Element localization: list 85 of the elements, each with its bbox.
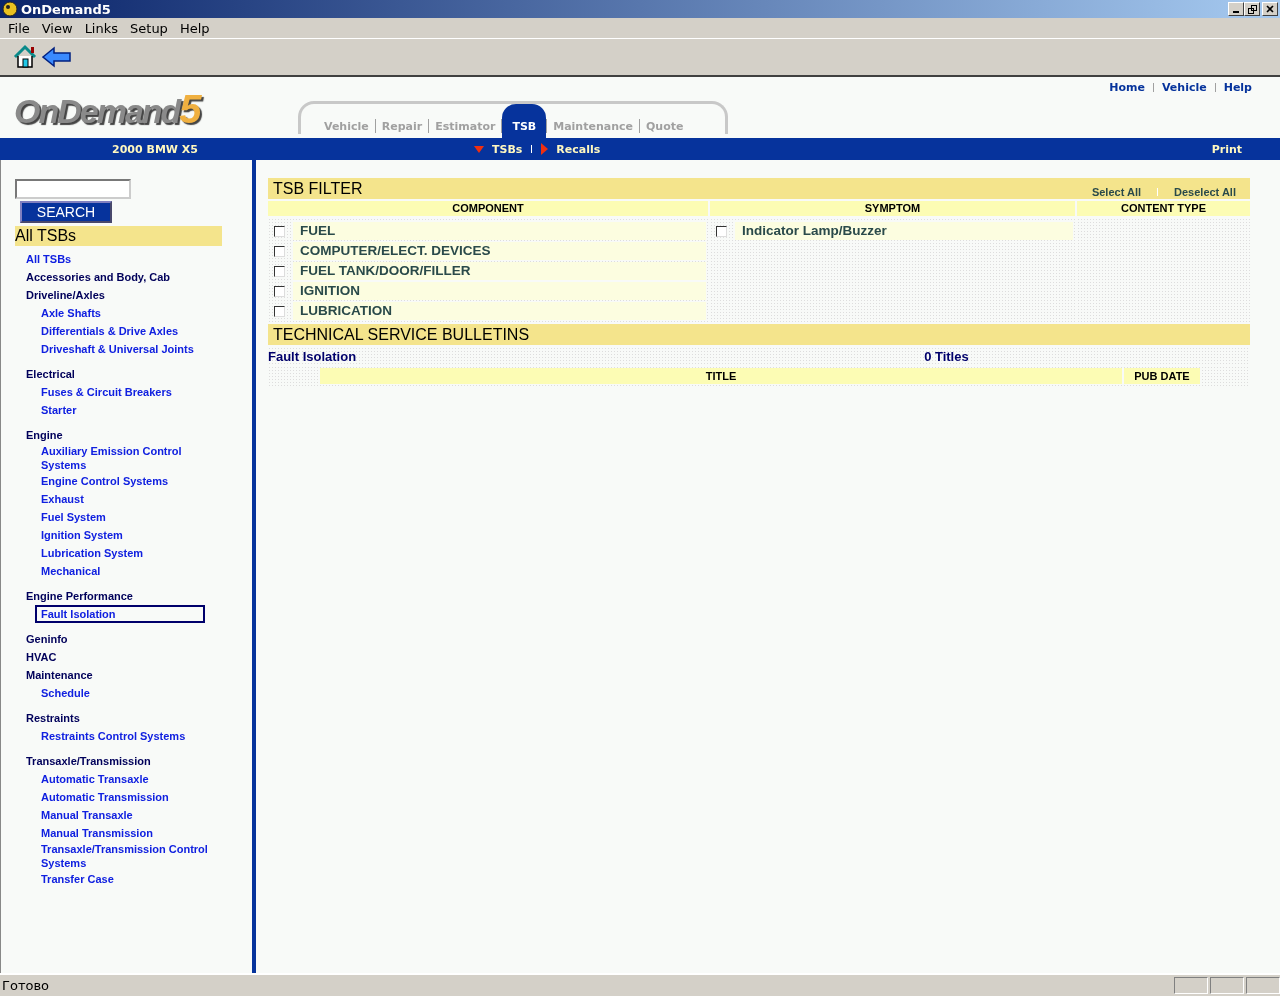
section-title: TECHNICAL SERVICE BULLETINS — [273, 325, 530, 344]
subnav-link[interactable]: Recalls — [556, 142, 601, 156]
close-button[interactable] — [1262, 2, 1278, 16]
sidebar-subitem[interactable]: Fuel System — [35, 510, 106, 524]
sidebar-item[interactable]: Driveline/Axles — [26, 288, 105, 302]
sidebar-subitem[interactable]: Auxiliary Emission Control Systems — [35, 444, 211, 472]
sidebar-subitem[interactable]: Fuses & Circuit Breakers — [35, 385, 172, 399]
sidebar-subitem[interactable]: Starter — [35, 403, 77, 417]
filter-option[interactable]: FUEL TANK/DOOR/FILLER — [293, 262, 706, 280]
filter-action-link[interactable]: Deselect All — [1174, 185, 1236, 198]
sidebar-item[interactable]: Accessories and Body, Cab — [26, 270, 171, 284]
checkbox[interactable] — [274, 246, 285, 257]
filter-option[interactable]: FUEL — [293, 222, 706, 240]
sidebar-subitem[interactable]: Fault Isolation — [35, 605, 205, 623]
restore-button[interactable] — [1244, 2, 1260, 16]
menu-item[interactable]: Links — [78, 20, 125, 36]
sidebar-subitem[interactable]: Axle Shafts — [35, 306, 101, 320]
sidebar-subitem[interactable]: Automatic Transmission — [35, 790, 169, 804]
column-header: TITLE — [320, 368, 1122, 384]
sidebar-item[interactable]: All TSBs — [26, 252, 72, 266]
section-title: TSB FILTER — [273, 179, 363, 198]
subnav-link[interactable]: TSBs — [492, 142, 523, 156]
app-icon — [2, 1, 18, 17]
sidebar-item[interactable]: HVAC — [26, 650, 57, 664]
tab[interactable]: TSB — [502, 104, 547, 138]
filter-action-link[interactable]: Select All — [1091, 185, 1142, 198]
sidebar-item[interactable]: Electrical — [26, 367, 75, 381]
checkbox[interactable] — [274, 266, 285, 277]
nav-link[interactable]: Vehicle — [1161, 81, 1207, 94]
minimize-button[interactable] — [1228, 2, 1244, 16]
column-header: CONTENT TYPE — [1077, 201, 1250, 216]
sidebar-subitem[interactable]: Manual Transaxle — [35, 808, 133, 822]
sidebar-item[interactable]: Geninfo — [26, 632, 68, 646]
column-header: PUB DATE — [1124, 368, 1200, 384]
close-icon — [1266, 5, 1274, 13]
status-text: Готово — [1, 978, 51, 993]
status-panel — [1246, 977, 1280, 994]
sidebar-subitem[interactable]: Manual Transmission — [35, 826, 153, 840]
restore-icon — [1247, 4, 1257, 14]
sidebar-item[interactable]: Engine Performance — [26, 589, 133, 603]
column-header: COMPONENT — [268, 201, 708, 216]
checkbox[interactable] — [274, 306, 285, 317]
sidebar-subitem[interactable]: Transaxle/Transmission Control Systems — [35, 842, 211, 870]
sidebar-subitem[interactable]: Schedule — [35, 686, 90, 700]
sidebar-subitem[interactable]: Restraints Control Systems — [35, 729, 186, 743]
search-field[interactable] — [15, 179, 131, 199]
sidebar-subitem[interactable]: Lubrication System — [35, 546, 144, 560]
filter-option[interactable]: COMPUTER/ELECT. DEVICES — [293, 242, 706, 260]
checkbox[interactable] — [274, 286, 285, 297]
sidebar-subitem[interactable]: Mechanical — [35, 564, 101, 578]
sidebar-item[interactable]: Maintenance — [26, 668, 93, 682]
back-arrow-icon[interactable] — [42, 46, 72, 68]
window-title: OnDemand5 — [21, 1, 111, 17]
sidebar-item[interactable]: Restraints — [26, 711, 80, 725]
sidebar-subitem[interactable]: Transfer Case — [35, 872, 114, 886]
home-icon[interactable] — [12, 44, 38, 70]
sidebar-item[interactable]: Transaxle/Transmission — [26, 754, 151, 768]
sidebar-subitem[interactable]: Engine Control Systems — [35, 474, 169, 488]
status-panel — [1174, 977, 1208, 994]
menu-item[interactable]: View — [35, 20, 79, 36]
title-count: 0 Titles — [924, 349, 969, 364]
menu-item[interactable]: Setup — [124, 20, 174, 36]
sidebar-subitem[interactable]: Driveshaft & Universal Joints — [35, 342, 194, 356]
sidebar-subitem[interactable]: Exhaust — [35, 492, 84, 506]
sidebar-item[interactable]: Engine — [26, 428, 63, 442]
filter-option[interactable]: LUBRICATION — [293, 302, 706, 320]
menu-item[interactable]: File — [2, 20, 36, 36]
menu-item[interactable]: Help — [173, 20, 216, 36]
logo: OnDemand5 — [14, 87, 200, 132]
sidebar-subitem[interactable]: Differentials & Drive Axles — [35, 324, 179, 338]
category-label: Fault Isolation — [268, 349, 357, 364]
nav-link[interactable]: Help — [1223, 81, 1252, 94]
checkbox[interactable] — [274, 226, 285, 237]
sidebar-title: All TSBs — [15, 226, 222, 246]
checkbox[interactable] — [716, 226, 727, 237]
column-header: SYMPTOM — [710, 201, 1075, 216]
sidebar-subitem[interactable]: Automatic Transaxle — [35, 772, 149, 786]
status-panel — [1210, 977, 1244, 994]
search-button[interactable]: SEARCH — [20, 201, 112, 223]
filter-option[interactable]: IGNITION — [293, 282, 706, 300]
filter-option[interactable]: Indicator Lamp/Buzzer — [735, 222, 1073, 240]
sidebar-subitem[interactable]: Ignition System — [35, 528, 123, 542]
print-link[interactable]: Print — [1211, 142, 1242, 156]
vehicle-name: 2000 BMW X5 — [111, 142, 199, 156]
nav-link[interactable]: Home — [1109, 81, 1145, 94]
